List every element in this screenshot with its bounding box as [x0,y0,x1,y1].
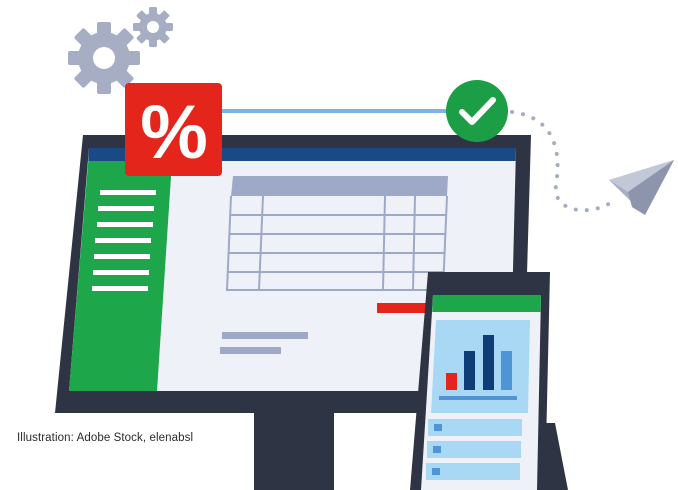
phone [410,272,550,490]
bar-chart-icon [431,320,530,413]
checkmark-icon [446,80,508,142]
percent-symbol: % [140,90,208,175]
gear-icon [133,7,173,47]
percent-badge: % [125,83,222,176]
phone-list [426,419,522,480]
table-header [231,176,448,196]
text-line [222,332,308,339]
illustration-canvas: % [55,7,674,490]
text-line [220,347,281,354]
paper-plane-icon [609,160,674,215]
image-credit: Illustration: Adobe Stock, elenabsl [17,432,194,444]
monitor-stand [254,412,334,490]
phone-header-bar [432,295,541,312]
